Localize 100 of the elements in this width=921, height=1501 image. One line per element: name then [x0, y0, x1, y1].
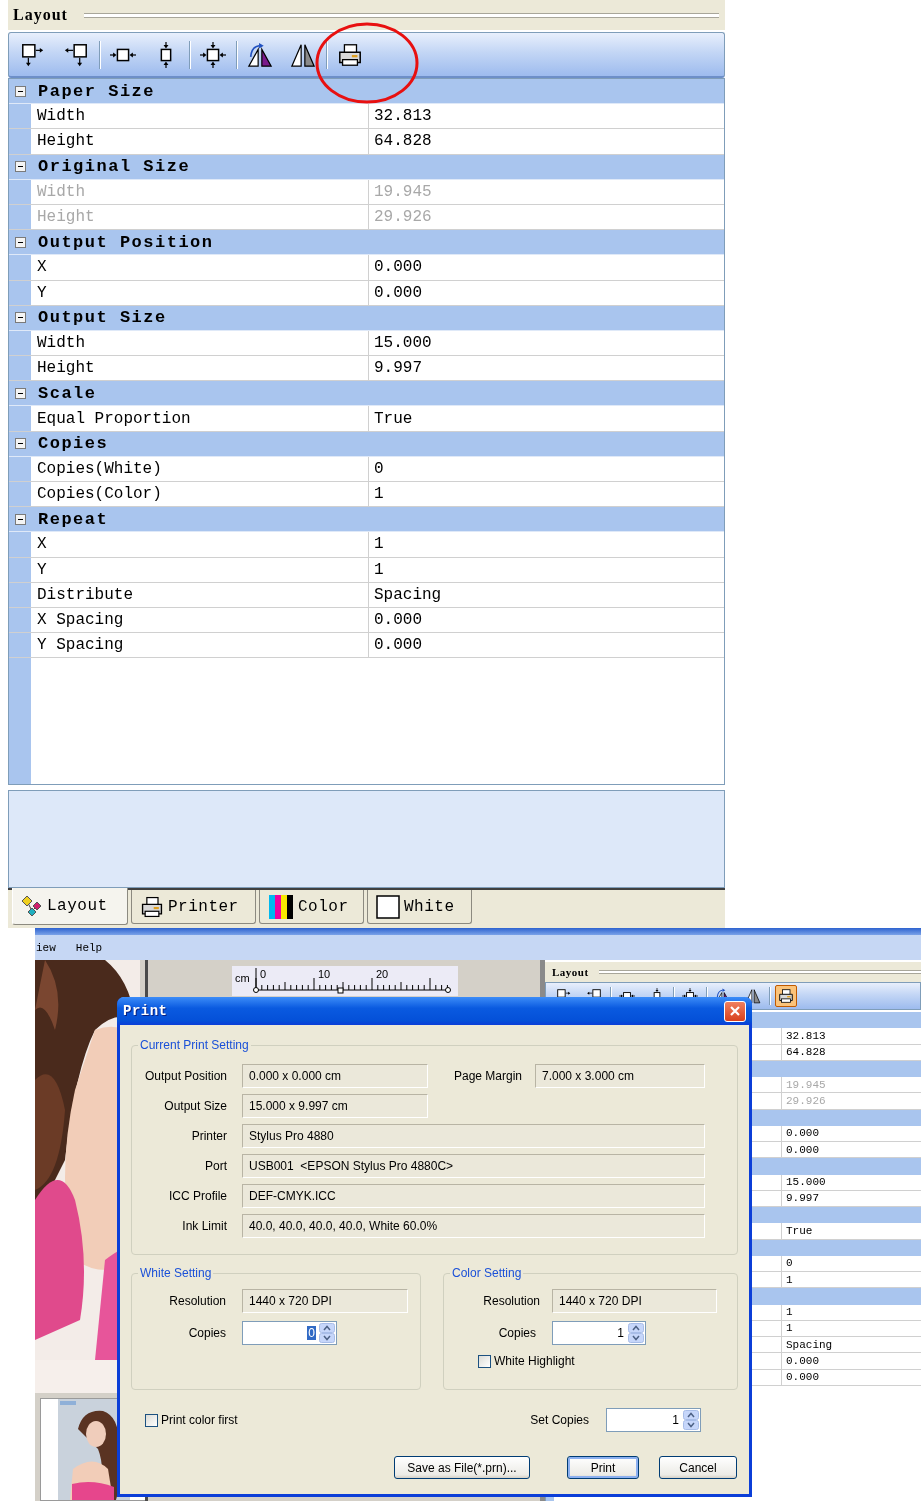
property-value[interactable]: 0.000 — [369, 258, 422, 277]
read-only-field: 0.000 x 0.000 cm — [242, 1064, 428, 1088]
property-value[interactable]: 32.813 — [369, 107, 432, 126]
printer-icon[interactable] — [775, 985, 797, 1007]
read-only-field: DEF-CMYK.ICC — [242, 1184, 705, 1208]
group-label: Current Print Setting — [139, 1038, 250, 1052]
section-title: Original Size — [37, 157, 191, 177]
unit-label: cm — [235, 972, 250, 984]
section-title: Output Position — [37, 232, 214, 252]
property-value[interactable]: 1 — [782, 1272, 793, 1288]
property-value[interactable]: True — [782, 1223, 813, 1239]
group-label: White Setting — [139, 1266, 213, 1280]
section-title: Scale — [37, 383, 97, 403]
collapse-icon[interactable] — [14, 387, 26, 399]
property-name: X — [31, 532, 369, 557]
tab[interactable]: Color — [259, 890, 364, 924]
property-name: Distribute — [31, 582, 369, 607]
property-value[interactable]: 0.000 — [369, 283, 422, 302]
section-title: Paper Size — [37, 81, 156, 101]
dialog-button[interactable]: Save as File(*.prn)... — [394, 1456, 530, 1479]
menu-item[interactable]: Help — [75, 941, 103, 954]
property-value[interactable]: 1 — [782, 1320, 793, 1336]
menu-item[interactable]: iew — [36, 941, 56, 954]
property-name: Width — [31, 104, 369, 129]
collapse-icon[interactable] — [14, 312, 26, 324]
property-value[interactable]: Spacing — [782, 1337, 833, 1353]
property-name: X — [31, 255, 369, 280]
read-only-field: 1440 x 720 DPI — [552, 1289, 717, 1313]
property-name: Height — [31, 129, 369, 154]
property-value[interactable]: 0 — [782, 1255, 793, 1271]
tab[interactable]: White — [367, 890, 472, 924]
dialog-button[interactable]: Cancel — [659, 1456, 737, 1479]
property-value[interactable]: 15.000 — [369, 333, 432, 352]
property-value[interactable]: 9.997 — [782, 1190, 819, 1206]
field-label: ICC Profile — [168, 1189, 227, 1203]
number-spinner[interactable]: 1 — [606, 1408, 701, 1432]
number-spinner[interactable]: 1 — [552, 1321, 646, 1345]
property-value[interactable]: 1 — [369, 535, 384, 554]
read-only-field: Stylus Pro 4880 — [242, 1124, 705, 1148]
dialog-title: Print — [123, 1003, 168, 1019]
field-label: Printer — [190, 1129, 227, 1143]
field-label: Copies — [497, 1326, 536, 1340]
collapse-icon[interactable] — [14, 161, 26, 173]
property-value[interactable]: 0 — [369, 459, 384, 478]
panel-title: Layout — [552, 966, 589, 978]
read-only-field: 40.0, 40.0, 40.0, 40.0, White 60.0% — [242, 1214, 705, 1238]
property-value[interactable]: 1 — [782, 1304, 793, 1320]
tab[interactable]: Layout — [12, 888, 128, 925]
diamonds-icon — [21, 895, 43, 917]
property-value[interactable]: 32.813 — [782, 1028, 826, 1044]
property-value[interactable]: 0.000 — [782, 1142, 819, 1158]
tab[interactable]: Printer — [131, 890, 256, 924]
property-value[interactable]: 0.000 — [369, 611, 422, 630]
property-name: Height — [31, 204, 369, 230]
ruler-label: 0 — [260, 968, 267, 980]
property-value[interactable]: 0.000 — [369, 636, 422, 655]
dialog-button[interactable]: Print — [567, 1456, 639, 1479]
property-name: Width — [31, 330, 369, 356]
property-value[interactable]: 0.000 — [782, 1353, 819, 1369]
spin-arrows-icon[interactable] — [319, 1323, 335, 1343]
collapse-icon[interactable] — [14, 236, 26, 248]
property-value[interactable]: 0.000 — [782, 1369, 819, 1385]
panel-title: Layout — [13, 6, 68, 24]
section-title: Copies — [37, 434, 109, 454]
property-value[interactable]: 15.000 — [782, 1174, 826, 1190]
field-label: Set Copies — [529, 1413, 589, 1427]
read-only-field: USB001 <EPSON Stylus Pro 4880C> — [242, 1154, 705, 1178]
checkbox[interactable] — [145, 1413, 158, 1427]
property-value[interactable]: 0.000 — [782, 1125, 819, 1141]
property-name: Width — [31, 179, 369, 204]
field-label: Resolution — [168, 1294, 226, 1308]
checkbox-label: White Highlight — [494, 1354, 575, 1368]
property-value[interactable]: 9.997 — [369, 359, 422, 378]
property-name: Copies(Color) — [31, 482, 369, 507]
checkbox[interactable] — [478, 1354, 491, 1368]
property-value[interactable]: 64.828 — [369, 132, 432, 151]
close-icon — [729, 1005, 741, 1017]
collapse-icon[interactable] — [14, 85, 26, 97]
collapse-icon[interactable] — [14, 513, 26, 525]
field-label: Port — [204, 1159, 227, 1173]
spin-arrows-icon[interactable] — [628, 1323, 644, 1343]
ruler-label: 10 — [318, 968, 331, 980]
color-bars-icon — [268, 893, 294, 920]
close-button[interactable] — [724, 1000, 746, 1022]
collapse-icon[interactable] — [14, 438, 26, 450]
field-label: Output Position — [143, 1069, 227, 1083]
field-label: Resolution — [482, 1294, 540, 1308]
property-name: Y Spacing — [31, 633, 369, 658]
read-only-field: 15.000 x 9.997 cm — [242, 1094, 428, 1118]
property-value[interactable]: Spacing — [369, 585, 442, 604]
section-title: Output Size — [37, 308, 167, 328]
property-value[interactable]: 1 — [369, 560, 384, 579]
spin-arrows-icon[interactable] — [683, 1410, 699, 1430]
ruler-label: 20 — [376, 968, 389, 980]
property-value[interactable]: True — [369, 409, 413, 428]
number-spinner[interactable]: 0 — [242, 1321, 337, 1345]
property-value[interactable]: 1 — [369, 485, 384, 504]
checkbox-label: Print color first — [161, 1413, 238, 1427]
property-name: Y — [31, 557, 369, 582]
property-value[interactable]: 64.828 — [782, 1044, 826, 1060]
